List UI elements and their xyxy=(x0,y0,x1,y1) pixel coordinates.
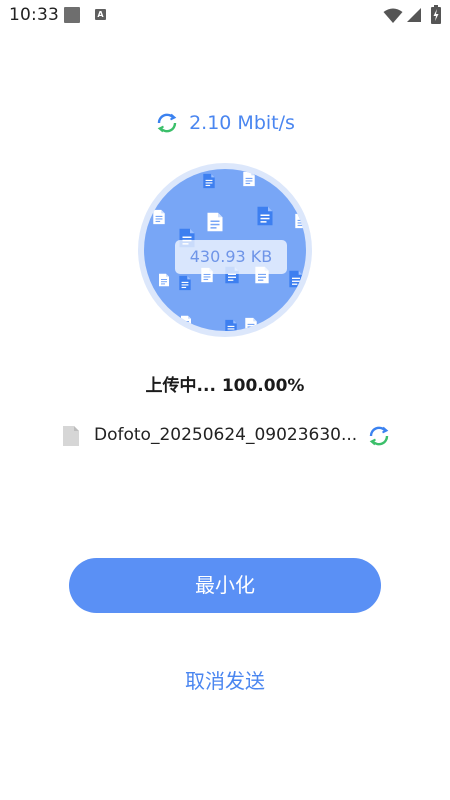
file-size-badge: 430.93 KB xyxy=(175,240,287,274)
sync-icon xyxy=(157,113,177,133)
document-icon xyxy=(257,206,273,226)
document-icon xyxy=(225,319,237,331)
document-icon xyxy=(203,173,215,189)
upload-progress-text: 上传中... 100.00% xyxy=(145,376,305,396)
file-icon xyxy=(63,426,79,446)
document-icon xyxy=(153,209,165,225)
document-icon xyxy=(243,171,255,187)
signal-icon xyxy=(407,8,421,22)
wifi-icon xyxy=(383,8,403,23)
stop-square-icon xyxy=(64,7,80,23)
file-row: Dofoto_20250624_09023630... xyxy=(62,424,402,448)
status-bar: 10:33 A xyxy=(0,0,450,32)
document-icon xyxy=(207,212,223,232)
transfer-speed: 2.10 Mbit/s xyxy=(189,112,295,134)
minimize-button[interactable]: 最小化 xyxy=(69,558,381,613)
speed-row: 2.10 Mbit/s xyxy=(0,111,450,137)
battery-charging-icon xyxy=(431,5,441,24)
transfer-animation: 430.93 KB xyxy=(138,163,312,337)
sync-icon xyxy=(369,426,389,446)
document-icon xyxy=(179,275,191,291)
document-icon xyxy=(159,273,169,287)
circle-fill: 430.93 KB xyxy=(144,169,306,331)
status-time: 10:33 xyxy=(9,5,59,25)
cancel-send-button[interactable]: 取消发送 xyxy=(0,665,450,694)
file-name: Dofoto_20250624_09023630... xyxy=(94,425,358,445)
a-badge-icon: A xyxy=(95,9,106,20)
